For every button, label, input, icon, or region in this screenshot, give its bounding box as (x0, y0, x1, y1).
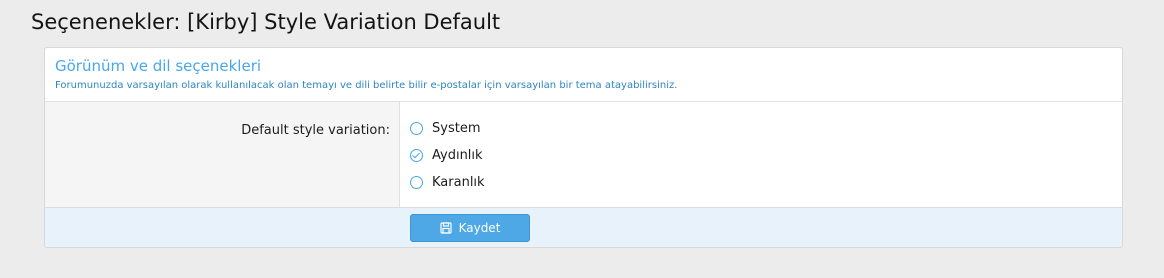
section-description: Forumunuzda varsayılan olarak kullanılac… (55, 80, 678, 91)
options-block: Görünüm ve dil seçenekleri Forumunuzda v… (44, 47, 1123, 248)
form-submit-row: Kaydet (45, 208, 1122, 247)
radio-unchecked-icon[interactable] (410, 176, 423, 189)
check-mark-icon (412, 150, 420, 159)
save-icon (439, 222, 452, 234)
style-variation-label: Default style variation: (241, 123, 390, 138)
radio-option-light[interactable]: Aydınlık (410, 142, 1122, 169)
radio-label-dark[interactable]: Karanlık (432, 175, 485, 190)
section-title: Görünüm ve dil seçenekleri (55, 57, 262, 75)
style-variation-row: Default style variation: System Aydınlık… (45, 102, 1122, 208)
radio-label-system[interactable]: System (432, 121, 480, 136)
label-cell: Default style variation: (45, 102, 400, 207)
block-header: Görünüm ve dil seçenekleri Forumunuzda v… (45, 48, 1122, 102)
radio-option-system[interactable]: System (410, 115, 1122, 142)
save-button[interactable]: Kaydet (410, 214, 530, 242)
radio-option-dark[interactable]: Karanlık (410, 169, 1122, 196)
radio-label-light[interactable]: Aydınlık (432, 148, 483, 163)
page-title: Seçenenekler: [Kirby] Style Variation De… (31, 10, 501, 34)
radio-unchecked-icon[interactable] (410, 122, 423, 135)
radio-group: System Aydınlık Karanlık (400, 102, 1122, 207)
save-button-label: Kaydet (458, 221, 501, 235)
radio-checked-icon[interactable] (410, 149, 423, 162)
